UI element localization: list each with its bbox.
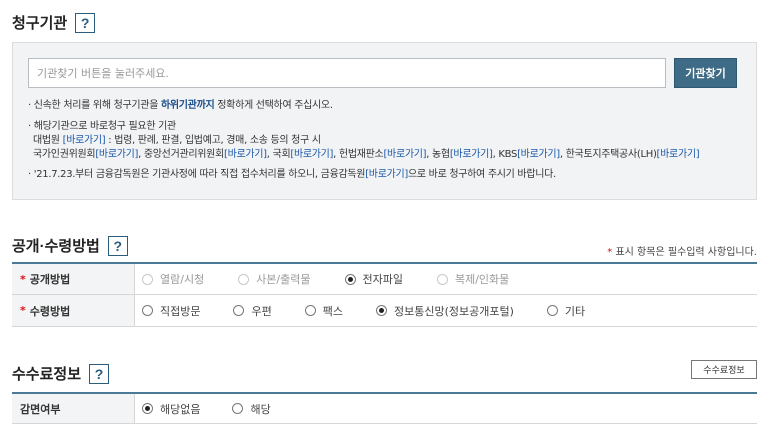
help-icon[interactable]: ? (75, 12, 96, 33)
radio-option-fax[interactable]: 팩스 (304, 303, 343, 319)
radio-option-copy[interactable]: 사본/출력물 (238, 271, 311, 287)
shortcut-link-lh[interactable]: [바로가기] (657, 149, 700, 160)
radio-option-mail[interactable]: 우편 (233, 303, 272, 319)
fee-title: 수수료정보 (12, 366, 82, 383)
disclosure-title: 공개·수령방법 (12, 238, 100, 255)
notice-agency-links: 국가인권위원회[바로가기], 중앙선거관리위원회[바로가기], 국회[바로가기]… (33, 149, 700, 160)
shortcut-link-nonghyup[interactable]: [바로가기] (450, 149, 493, 160)
shortcut-link-national-assembly[interactable]: [바로가기] (290, 149, 333, 160)
shortcut-link-constitutional-court[interactable]: [바로가기] (383, 149, 426, 160)
receipt-method-row: * 수령방법 직접방문 우편 팩스 정보통신망(정보공개포털) 기타 (12, 295, 757, 327)
notice-supreme-court: 대법원 [바로가기] : 법령, 판례, 판결, 입법예고, 경매, 소송 등의… (33, 135, 321, 146)
radio-option-not-applicable[interactable]: 해당없음 (142, 401, 200, 417)
fee-reduction-row: 감면여부 해당없음 해당 (12, 394, 757, 424)
radio-selected-icon (375, 305, 387, 316)
radio-icon (142, 273, 153, 285)
claim-agency-title: 청구기관 (12, 15, 68, 32)
radio-icon (304, 305, 316, 316)
radio-icon (232, 403, 244, 414)
shortcut-link-kbs[interactable]: [바로가기] (517, 149, 560, 160)
disclosure-table: * 공개방법 열람/시청 사본/출력물 전자파일 복제/인화물 * 수령방법 직접방… (12, 262, 757, 327)
agency-search-input[interactable]: 기관찾기 버튼을 눌러주세요. (28, 58, 666, 88)
agency-search-button[interactable]: 기관찾기 (674, 58, 737, 88)
radio-option-visit[interactable]: 직접방문 (142, 303, 200, 319)
fee-reduction-options: 해당없음 해당 (135, 394, 757, 423)
radio-option-electronic-file[interactable]: 전자파일 (344, 271, 403, 287)
shortcut-link-election-commission[interactable]: [바로가기] (224, 149, 267, 160)
disclosure-heading: 공개·수령방법 ? (12, 235, 128, 256)
disclosure-method-row: * 공개방법 열람/시청 사본/출력물 전자파일 복제/인화물 (12, 264, 757, 295)
radio-option-other[interactable]: 기타 (546, 303, 585, 319)
help-icon[interactable]: ? (89, 363, 110, 384)
emphasis-text: 하위기관까지 (160, 100, 215, 111)
shortcut-link-human-rights[interactable]: [바로가기] (95, 149, 138, 160)
radio-icon (546, 305, 558, 316)
notice-fss: · '21.7.23.부터 금융감독원은 기관사정에 따라 직접 접수처리를 하… (28, 169, 556, 180)
row-label: * 공개방법 (12, 264, 135, 294)
required-note: * 표시 항목은 필수입력 사항입니다. (607, 247, 757, 258)
radio-icon (233, 305, 245, 316)
radio-option-applicable[interactable]: 해당 (232, 401, 271, 417)
radio-option-view[interactable]: 열람/시청 (142, 271, 204, 287)
radio-selected-icon (344, 273, 356, 285)
radio-icon (142, 305, 153, 316)
fee-info-button[interactable]: 수수료정보 (691, 360, 757, 379)
help-icon[interactable]: ? (107, 235, 128, 256)
fee-heading: 수수료정보 ? (12, 363, 110, 384)
notice-subagency: · 신속한 처리를 위해 청구기관을 하위기관까지 정확하게 선택하여 주십시오… (28, 100, 333, 111)
radio-icon (238, 273, 250, 285)
receipt-method-options: 직접방문 우편 팩스 정보통신망(정보공개포털) 기타 (135, 295, 757, 326)
row-label: 감면여부 (12, 394, 135, 423)
radio-option-duplicate[interactable]: 복제/인화물 (436, 271, 509, 287)
fee-table: 감면여부 해당없음 해당 (12, 392, 757, 424)
disclosure-method-options: 열람/시청 사본/출력물 전자파일 복제/인화물 (135, 264, 757, 294)
claim-agency-heading: 청구기관 ? (12, 12, 96, 33)
radio-option-portal[interactable]: 정보통신망(정보공개포털) (375, 303, 514, 319)
claim-agency-box: 기관찾기 버튼을 눌러주세요. 기관찾기 · 신속한 처리를 위해 청구기관을 … (12, 42, 757, 200)
radio-selected-icon (142, 403, 153, 414)
radio-icon (436, 273, 448, 285)
notice-direct-agencies: · 해당기관으로 바로청구 필요한 기관 (28, 121, 176, 132)
shortcut-link-fss[interactable]: [바로가기] (365, 169, 408, 180)
row-label: * 수령방법 (12, 295, 135, 326)
